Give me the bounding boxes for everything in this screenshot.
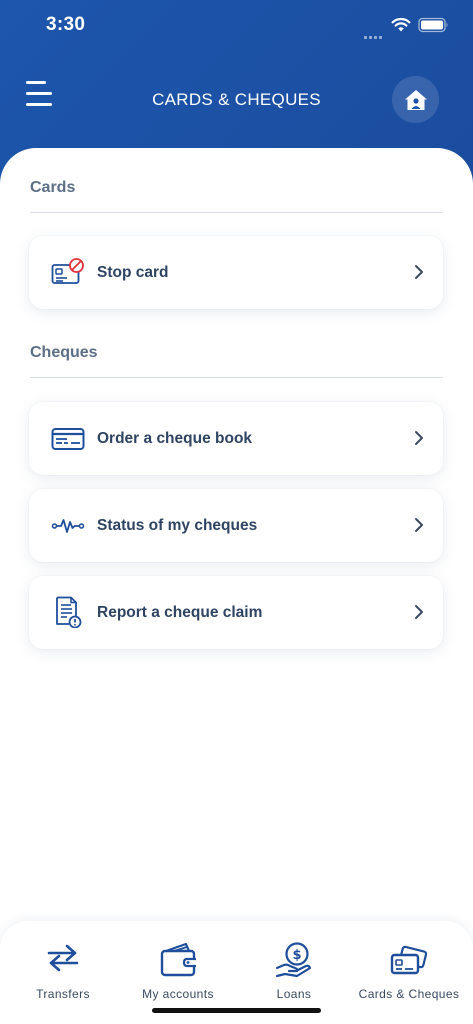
stop-card-icon: [51, 258, 84, 284]
order-cheque-book-label: Order a cheque book: [97, 430, 253, 447]
nav-cards-cheques[interactable]: Cards & Cheques: [352, 921, 466, 1011]
chevron-right-icon: [415, 605, 423, 619]
home-icon: [404, 89, 427, 110]
order-cheque-book-item[interactable]: Order a cheque book: [29, 402, 443, 475]
section-title-cards: Cards: [30, 179, 76, 196]
nav-loans-label: Loans: [276, 987, 312, 1001]
svg-text:$: $: [292, 948, 301, 963]
cheque-claim-item[interactable]: Report a cheque claim: [29, 576, 443, 649]
status-bar: 3:30: [0, 0, 473, 52]
home-button[interactable]: [392, 76, 439, 123]
stop-card-item[interactable]: Stop card: [29, 236, 443, 309]
cellular-signal-icon: [364, 26, 384, 44]
nav-transfers-label: Transfers: [36, 987, 90, 1001]
hamburger-icon: [26, 81, 46, 84]
cheque-book-icon: [51, 428, 85, 450]
wallet-icon: [160, 942, 196, 977]
app-header: CARDS & CHEQUES: [0, 52, 473, 148]
divider: [30, 212, 443, 213]
nav-cards-cheques-label: Cards & Cheques: [358, 987, 460, 1001]
cards-cheques-icon: [390, 945, 428, 975]
divider: [30, 377, 443, 378]
cheque-status-item[interactable]: Status of my cheques: [29, 489, 443, 562]
nav-my-accounts[interactable]: My accounts: [128, 921, 228, 1011]
status-time: 3:30: [46, 14, 86, 35]
chevron-right-icon: [415, 518, 423, 532]
nav-transfers[interactable]: Transfers: [14, 921, 112, 1011]
wifi-icon: [391, 17, 411, 32]
cheque-status-label: Status of my cheques: [97, 517, 258, 534]
section-title-cheques: Cheques: [30, 344, 98, 361]
content-sheet: Cards Stop card Cheques Order a cheque b…: [0, 148, 473, 1024]
chevron-right-icon: [415, 265, 423, 279]
nav-my-accounts-label: My accounts: [142, 987, 214, 1001]
app-screen: 3:30 CARDS & CHEQUES Cards Stop card Che…: [0, 0, 473, 1024]
cheque-claim-label: Report a cheque claim: [97, 604, 263, 621]
battery-icon: [418, 17, 448, 33]
stop-card-label: Stop card: [97, 264, 169, 281]
home-indicator: [152, 1008, 321, 1013]
cheque-claim-icon: [56, 596, 82, 628]
nav-loans[interactable]: $ Loans: [254, 921, 334, 1011]
chevron-right-icon: [415, 431, 423, 445]
transfers-icon: [47, 944, 79, 972]
loans-icon: $: [275, 942, 312, 978]
cheque-status-icon: [51, 519, 85, 533]
